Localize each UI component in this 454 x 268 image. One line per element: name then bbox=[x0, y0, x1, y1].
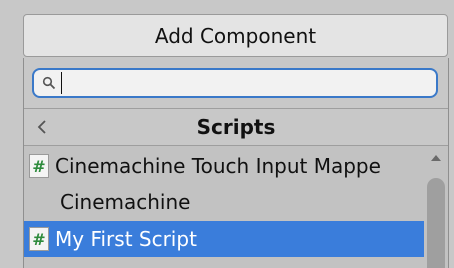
category-title: Scripts bbox=[196, 115, 276, 139]
add-component-button[interactable]: Add Component bbox=[23, 14, 448, 57]
search-icon bbox=[39, 73, 59, 93]
list-item-cinemachine-touch-input-mapper[interactable]: # Cinemachine Touch Input Mappe bbox=[24, 148, 424, 184]
list-item-cinemachine[interactable]: Cinemachine bbox=[24, 184, 424, 220]
vertical-scrollbar[interactable] bbox=[424, 146, 448, 268]
list-item-my-first-script[interactable]: # My First Script bbox=[24, 221, 424, 257]
search-field[interactable] bbox=[32, 68, 438, 98]
scroll-up-arrow-icon[interactable] bbox=[424, 148, 448, 168]
list-item-label: Cinemachine Touch Input Mappe bbox=[55, 154, 381, 178]
add-component-label: Add Component bbox=[154, 23, 317, 48]
add-component-popup: Add Component Scripts # Cinemachine Touc… bbox=[0, 0, 454, 268]
hash-script-icon: # bbox=[29, 154, 49, 178]
list-item-label: Cinemachine bbox=[60, 190, 191, 214]
scrollbar-thumb[interactable] bbox=[427, 178, 445, 268]
component-search-panel: Scripts # Cinemachine Touch Input Mappe … bbox=[23, 58, 449, 268]
search-input[interactable] bbox=[61, 72, 422, 94]
list-item-label: My First Script bbox=[55, 227, 197, 251]
hash-script-icon: # bbox=[29, 227, 49, 251]
search-row bbox=[24, 58, 448, 108]
category-header: Scripts bbox=[24, 108, 448, 146]
component-list: # Cinemachine Touch Input Mappe Cinemach… bbox=[24, 146, 424, 268]
